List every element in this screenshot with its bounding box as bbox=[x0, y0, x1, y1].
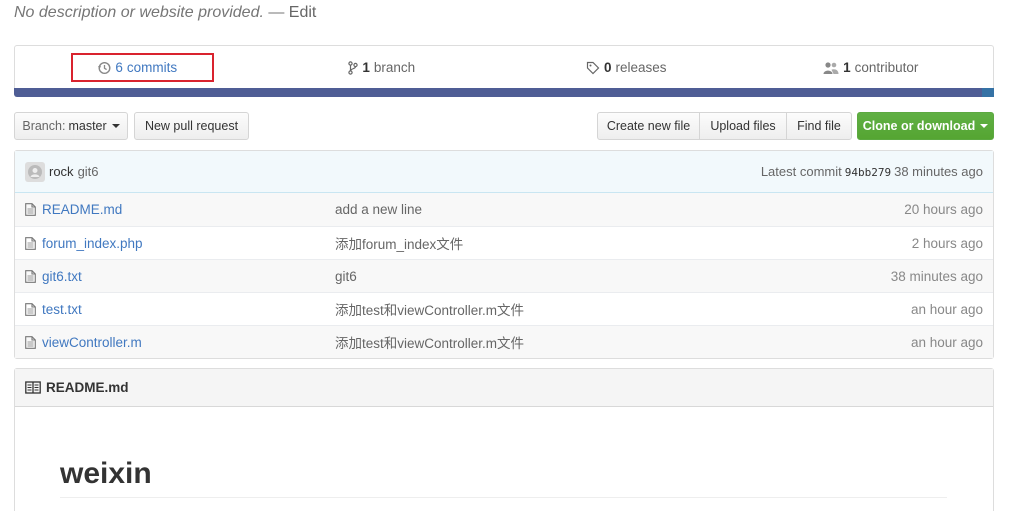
new-pull-request-button[interactable]: New pull request bbox=[134, 112, 249, 140]
latest-commit-bar: rock git6 Latest commit 94bb279 38 minutes… bbox=[15, 151, 993, 193]
file-commit-message[interactable]: 添加test和viewController.m文件 bbox=[335, 299, 911, 319]
language-bar-secondary bbox=[982, 88, 994, 97]
file-commit-message[interactable]: 添加forum_index文件 bbox=[335, 233, 912, 253]
commit-message[interactable]: git6 bbox=[78, 164, 99, 179]
file-name-cell: viewController.m bbox=[25, 335, 335, 350]
file-name-cell: forum_index.php bbox=[25, 236, 335, 251]
branch-count: 1 bbox=[362, 60, 370, 75]
branch-prefix: Branch: bbox=[22, 119, 66, 133]
file-commit-message[interactable]: add a new line bbox=[335, 202, 904, 217]
avatar[interactable] bbox=[25, 161, 45, 182]
file-actions-group: Create new file Upload files Find file bbox=[597, 112, 852, 140]
numbers-summary: 6 commits 1 branch 0 releases 1 contribu… bbox=[14, 45, 994, 97]
latest-commit-prefix: Latest commit bbox=[760, 164, 842, 179]
latest-commit-info: Latest commit 94bb279 38 minutes ago bbox=[761, 164, 983, 179]
upload-files-button[interactable]: Upload files bbox=[699, 112, 787, 140]
file-age: 38 minutes ago bbox=[890, 268, 983, 284]
contributor-count: 1 bbox=[843, 60, 851, 75]
tag-icon bbox=[586, 61, 600, 75]
branch-label: branch bbox=[373, 60, 416, 75]
commit-age: 38 minutes ago bbox=[894, 164, 983, 179]
language-bar[interactable] bbox=[14, 88, 994, 97]
file-text-icon bbox=[25, 203, 36, 216]
contributor-label: contributor bbox=[854, 60, 919, 75]
file-commit-message[interactable]: 添加test和viewController.m文件 bbox=[335, 332, 911, 352]
file-link[interactable]: README.md bbox=[42, 202, 122, 217]
file-row: forum_index.php 添加forum_index文件 2 hours ag… bbox=[15, 226, 993, 259]
readme-filename: README.md bbox=[46, 380, 129, 395]
find-file-button[interactable]: Find file bbox=[786, 112, 852, 140]
description-separator: — bbox=[263, 4, 289, 21]
readme-panel: README.md weixin bbox=[14, 368, 994, 511]
create-new-file-button[interactable]: Create new file bbox=[597, 112, 700, 140]
people-icon bbox=[823, 61, 839, 75]
git-branch-icon bbox=[348, 60, 359, 75]
file-age: 20 hours ago bbox=[904, 202, 983, 217]
file-row: test.txt 添加test和viewController.m文件 an hour… bbox=[15, 292, 993, 325]
file-name-cell: README.md bbox=[25, 202, 335, 217]
file-text-icon bbox=[25, 236, 36, 250]
file-text-icon bbox=[25, 335, 36, 349]
chevron-down-icon bbox=[111, 124, 120, 128]
clone-label: Clone or download bbox=[862, 119, 976, 133]
releases-stat[interactable]: 0 releases bbox=[504, 60, 749, 75]
book-icon bbox=[25, 381, 41, 394]
file-table: rock git6 Latest commit 94bb279 38 minutes… bbox=[14, 150, 994, 359]
description-text: No description or website provided. bbox=[14, 4, 264, 21]
file-row: git6.txt git6 38 minutes ago bbox=[15, 259, 993, 292]
releases-count: 0 bbox=[603, 60, 612, 75]
file-link[interactable]: test.txt bbox=[42, 302, 82, 317]
contributors-stat[interactable]: 1 contributor bbox=[749, 60, 994, 75]
releases-label: releases bbox=[615, 60, 667, 75]
branches-stat[interactable]: 1 branch bbox=[260, 60, 505, 75]
repo-description: No description or website provided. — Ed… bbox=[14, 4, 316, 22]
edit-description-link[interactable]: Edit bbox=[289, 4, 317, 21]
chevron-down-icon bbox=[980, 124, 989, 128]
file-row: README.md add a new line 20 hours ago bbox=[15, 193, 993, 226]
file-row: viewController.m 添加test和viewController.m文… bbox=[15, 325, 993, 358]
readme-header: README.md bbox=[15, 369, 993, 407]
branch-name: master bbox=[68, 119, 107, 133]
file-link[interactable]: viewController.m bbox=[42, 335, 142, 350]
file-text-icon bbox=[25, 269, 36, 283]
file-link[interactable]: forum_index.php bbox=[42, 236, 143, 251]
clone-download-button[interactable]: Clone or download bbox=[857, 112, 994, 140]
file-name-cell: git6.txt bbox=[25, 269, 335, 284]
branch-select-button[interactable]: Branch: master bbox=[14, 112, 128, 140]
commit-sha[interactable]: 94bb279 bbox=[845, 166, 891, 179]
file-name-cell: test.txt bbox=[25, 302, 335, 317]
file-link[interactable]: git6.txt bbox=[42, 269, 82, 284]
file-text-icon bbox=[25, 302, 36, 316]
commits-highlight-box bbox=[71, 53, 214, 82]
readme-heading: weixin bbox=[60, 457, 947, 498]
file-commit-message[interactable]: git6 bbox=[335, 269, 891, 284]
file-age: an hour ago bbox=[910, 301, 983, 317]
commit-author[interactable]: rock bbox=[49, 164, 74, 179]
file-age: 2 hours ago bbox=[911, 235, 983, 251]
file-age: an hour ago bbox=[910, 334, 983, 350]
